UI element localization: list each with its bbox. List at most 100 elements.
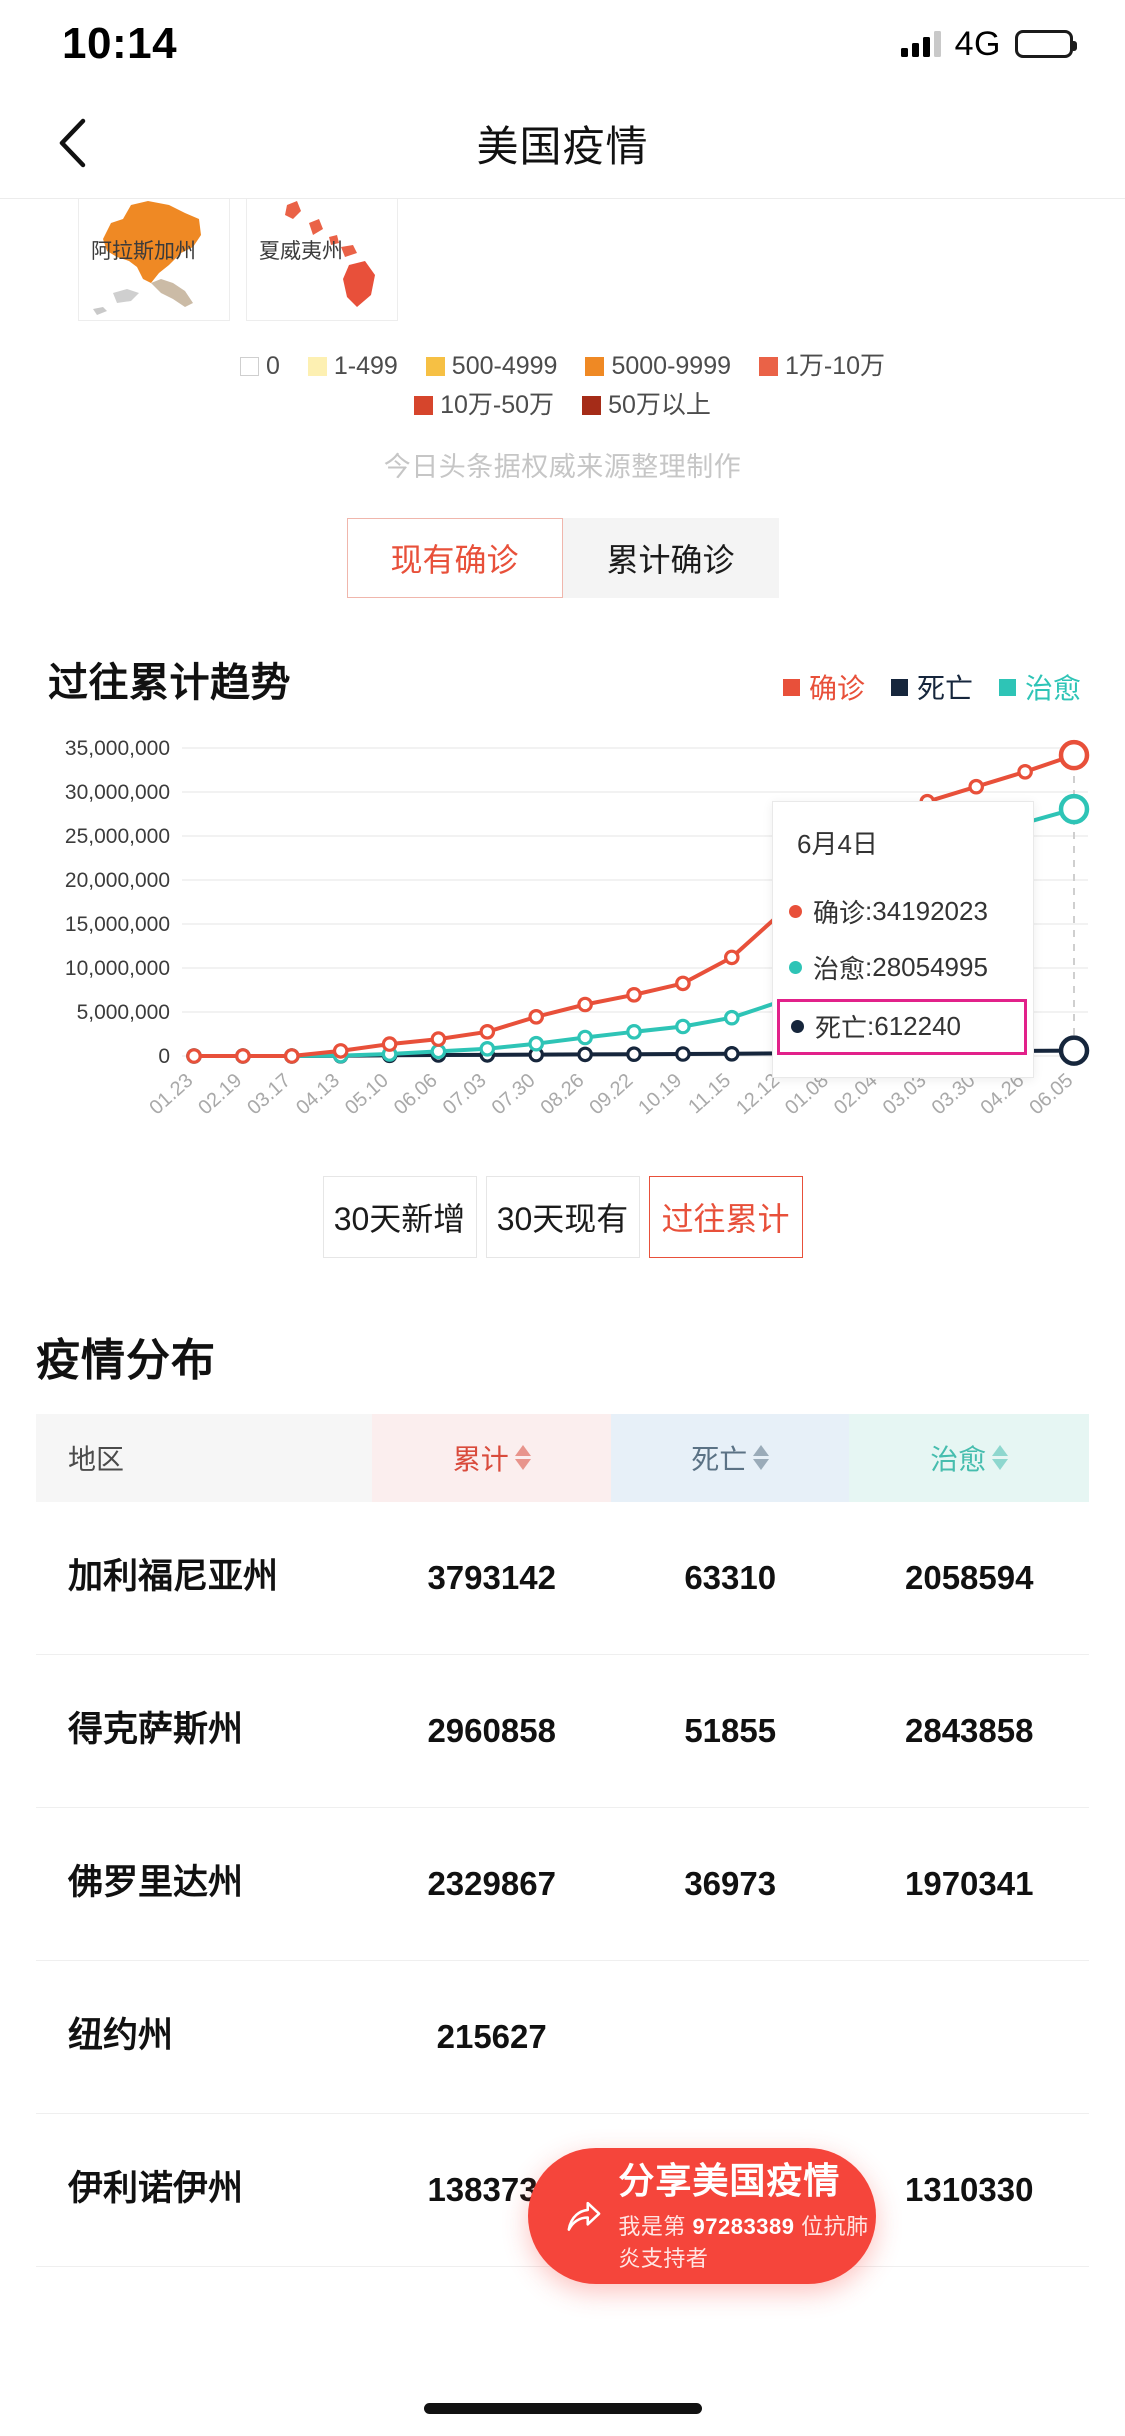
legend-swatch [582,396,601,415]
legend-label: 0 [266,347,280,386]
sort-toggle-icon[interactable] [515,1445,531,1470]
cell-death: 51855 [611,1654,850,1807]
svg-text:07.30: 07.30 [488,1069,540,1119]
tooltip-value: 28054995 [872,952,988,983]
share-button[interactable]: 分享美国疫情 我是第 97283389 位抗肺炎支持者 [528,2148,876,2284]
tooltip-separator: : [865,952,872,983]
chart-legend-death[interactable]: 死亡 [891,667,973,707]
battery-icon [1015,30,1073,58]
svg-text:20,000,000: 20,000,000 [65,869,170,892]
svg-text:05.10: 05.10 [341,1069,393,1119]
column-header-death[interactable]: 死亡 [611,1414,850,1502]
cell-total: 2960858 [372,1654,611,1807]
chart-legend-confirmed[interactable]: 确诊 [783,667,865,707]
legend-label: 1-499 [334,347,398,386]
map-inset-hawaii[interactable]: 夏威夷州 [246,199,398,321]
cell-total: 2329867 [372,1807,611,1960]
sort-toggle-icon[interactable] [753,1445,769,1470]
map-legend-row-1: 0 1-499 500-4999 5000-9999 1万-10万 [0,347,1125,386]
legend-item-3: 5000-9999 [585,347,731,386]
chevron-left-icon [57,117,87,169]
range-tab-30day-current[interactable]: 30天现有 [486,1176,640,1258]
column-header-total[interactable]: 累计 [372,1414,611,1502]
range-tab-historical-total[interactable]: 过往累计 [649,1176,803,1258]
home-indicator [424,2403,702,2414]
table-row[interactable]: 纽约州 215627 [36,1960,1089,2113]
cell-cure: 1310330 [849,2113,1089,2266]
legend-swatch [240,357,259,376]
tooltip-dot [789,961,802,974]
distribution-title: 疫情分布 [36,1324,1089,1388]
trend-chart-section: 过往累计趋势 确诊 死亡 治愈 35,000,00030,000,00025,0… [0,650,1125,1258]
chart-legend-label: 确诊 [809,667,865,707]
case-type-current-confirmed[interactable]: 现有确诊 [347,518,563,598]
table-row[interactable]: 佛罗里达州 2329867 36973 1970341 [36,1807,1089,1960]
column-label: 地区 [68,1444,124,1475]
svg-text:0: 0 [158,1045,170,1068]
data-source-note: 今日头条据权威来源整理制作 [0,445,1125,484]
status-bar: 10:14 4G [0,0,1125,88]
tooltip-value: 34192023 [872,896,988,927]
map-legend-row-2: 10万-50万 50万以上 [0,386,1125,425]
svg-text:11.15: 11.15 [684,1069,735,1118]
svg-text:15,000,000: 15,000,000 [65,913,170,936]
cell-cure: 2058594 [849,1502,1089,1655]
trend-chart-title: 过往累计趋势 [48,650,291,708]
case-type-toggle: 现有确诊 累计确诊 [0,518,1125,598]
tooltip-value: 612240 [874,1011,961,1042]
trend-range-tabs: 30天新增 30天现有 过往累计 [34,1176,1091,1258]
share-arrow-icon [562,2188,604,2244]
cell-cure [849,1960,1089,2113]
legend-item-1: 1-499 [308,347,398,386]
svg-text:10.19: 10.19 [634,1069,686,1119]
table-row[interactable]: 加利福尼亚州 3793142 63310 2058594 [36,1502,1089,1655]
legend-swatch [414,396,433,415]
distribution-section: 疫情分布 地区 累计 死亡 [0,1324,1125,2267]
legend-swatch [999,679,1016,696]
svg-text:09.22: 09.22 [585,1069,637,1119]
back-button[interactable] [42,113,102,173]
status-indicators: 4G [901,25,1073,64]
column-header-cure[interactable]: 治愈 [849,1414,1089,1502]
chart-y-axis-labels: 35,000,00030,000,00025,000,00020,000,000… [65,737,170,1068]
tooltip-dot [791,1020,804,1033]
cell-cure: 1970341 [849,1807,1089,1960]
svg-text:01.23: 01.23 [145,1069,197,1119]
legend-label: 1万-10万 [785,347,885,386]
map-inset-alaska[interactable]: 阿拉斯加州 [78,199,230,321]
share-supporter-count: 97283389 [693,2214,795,2239]
cell-region: 佛罗里达州 [36,1807,372,1960]
sort-toggle-icon[interactable] [992,1445,1008,1470]
map-legend: 0 1-499 500-4999 5000-9999 1万-10万 10万-50… [0,347,1125,425]
cell-region: 加利福尼亚州 [36,1502,372,1655]
trend-plot[interactable]: 35,000,00030,000,00025,000,00020,000,000… [34,734,1091,1134]
case-type-total-confirmed[interactable]: 累计确诊 [563,518,779,598]
legend-swatch [585,357,604,376]
legend-label: 50万以上 [608,386,711,425]
svg-text:25,000,000: 25,000,000 [65,825,170,848]
legend-label: 10万-50万 [440,386,554,425]
chart-legend-cured[interactable]: 治愈 [999,667,1081,707]
legend-item-6: 50万以上 [582,386,711,425]
column-header-region: 地区 [36,1414,372,1502]
network-type-label: 4G [955,25,1001,64]
table-row[interactable]: 得克萨斯州 2960858 51855 2843858 [36,1654,1089,1807]
chart-legend-label: 死亡 [917,667,973,707]
signal-bars-icon [901,31,941,57]
tooltip-label: 治愈 [813,949,865,986]
map-inset-strip: 阿拉斯加州 夏威夷州 [0,199,1125,321]
range-tab-30day-new[interactable]: 30天新增 [323,1176,477,1258]
legend-swatch [426,357,445,376]
svg-text:35,000,000: 35,000,000 [65,737,170,760]
tooltip-separator: : [867,1011,874,1042]
tooltip-row-cured: 治愈 : 28054995 [773,943,1033,993]
cell-total: 3793142 [372,1502,611,1655]
status-time: 10:14 [62,19,177,69]
legend-item-5: 10万-50万 [414,386,554,425]
legend-swatch [783,679,800,696]
svg-text:03.17: 03.17 [243,1069,295,1119]
share-subtitle-prefix: 我是第 [618,2214,686,2239]
cell-region: 得克萨斯州 [36,1654,372,1807]
svg-text:08.26: 08.26 [537,1069,589,1119]
column-label: 死亡 [691,1438,747,1478]
